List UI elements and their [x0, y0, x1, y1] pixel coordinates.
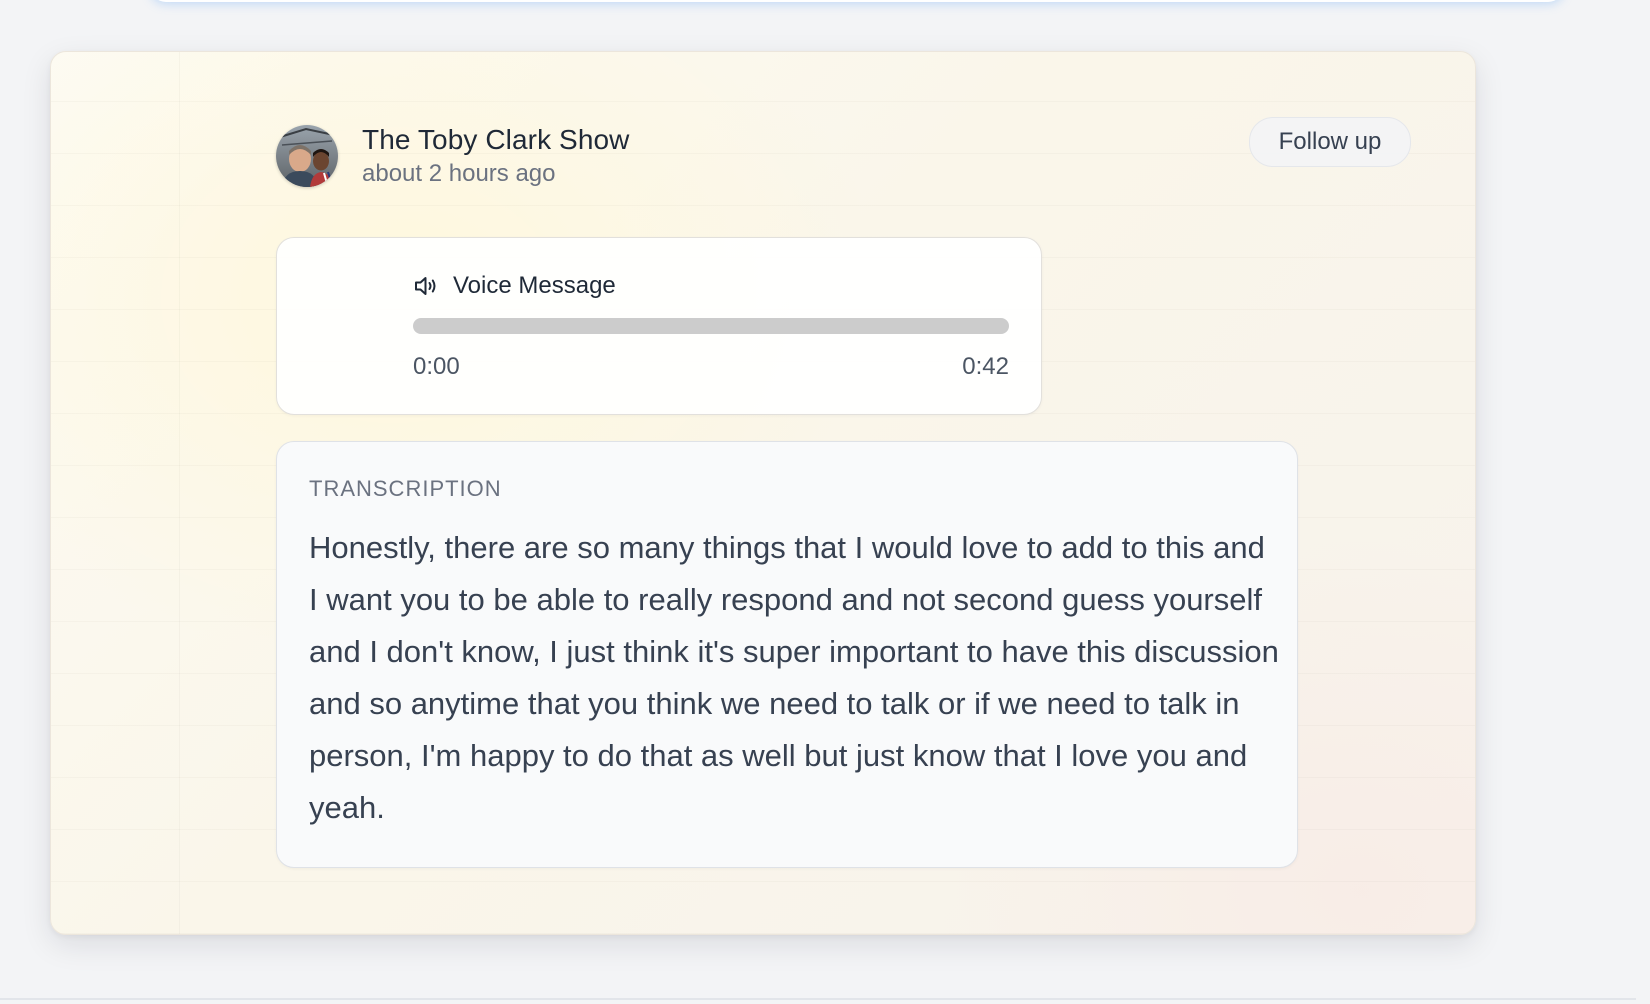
voice-message-title: Voice Message	[453, 272, 616, 299]
post-timestamp: about 2 hours ago	[362, 160, 556, 187]
avatar[interactable]	[276, 125, 338, 187]
voice-message-player: Voice Message 0:00 0:42	[276, 237, 1042, 415]
author-info: The Toby Clark Show about 2 hours ago	[362, 122, 630, 190]
audio-progress-bar[interactable]	[413, 318, 1009, 334]
post-author: The Toby Clark Show about 2 hours ago	[276, 122, 630, 190]
page-divider	[0, 998, 1636, 1000]
voice-message-header: Voice Message	[413, 270, 616, 302]
transcription-card: TRANSCRIPTION Honestly, there are so man…	[276, 441, 1298, 868]
transcription-label: TRANSCRIPTION	[309, 476, 502, 501]
card-background-divider	[179, 52, 180, 934]
author-name[interactable]: The Toby Clark Show	[362, 122, 630, 158]
speaker-icon	[413, 273, 439, 299]
transcription-text: Honestly, there are so many things that …	[309, 530, 1279, 825]
voice-post-card: The Toby Clark Show about 2 hours ago Fo…	[50, 51, 1476, 935]
duration: 0:42	[962, 353, 1009, 380]
current-time: 0:00	[413, 353, 460, 380]
follow-up-button[interactable]: Follow up	[1249, 117, 1411, 167]
previous-card-edge	[150, 0, 1564, 2]
